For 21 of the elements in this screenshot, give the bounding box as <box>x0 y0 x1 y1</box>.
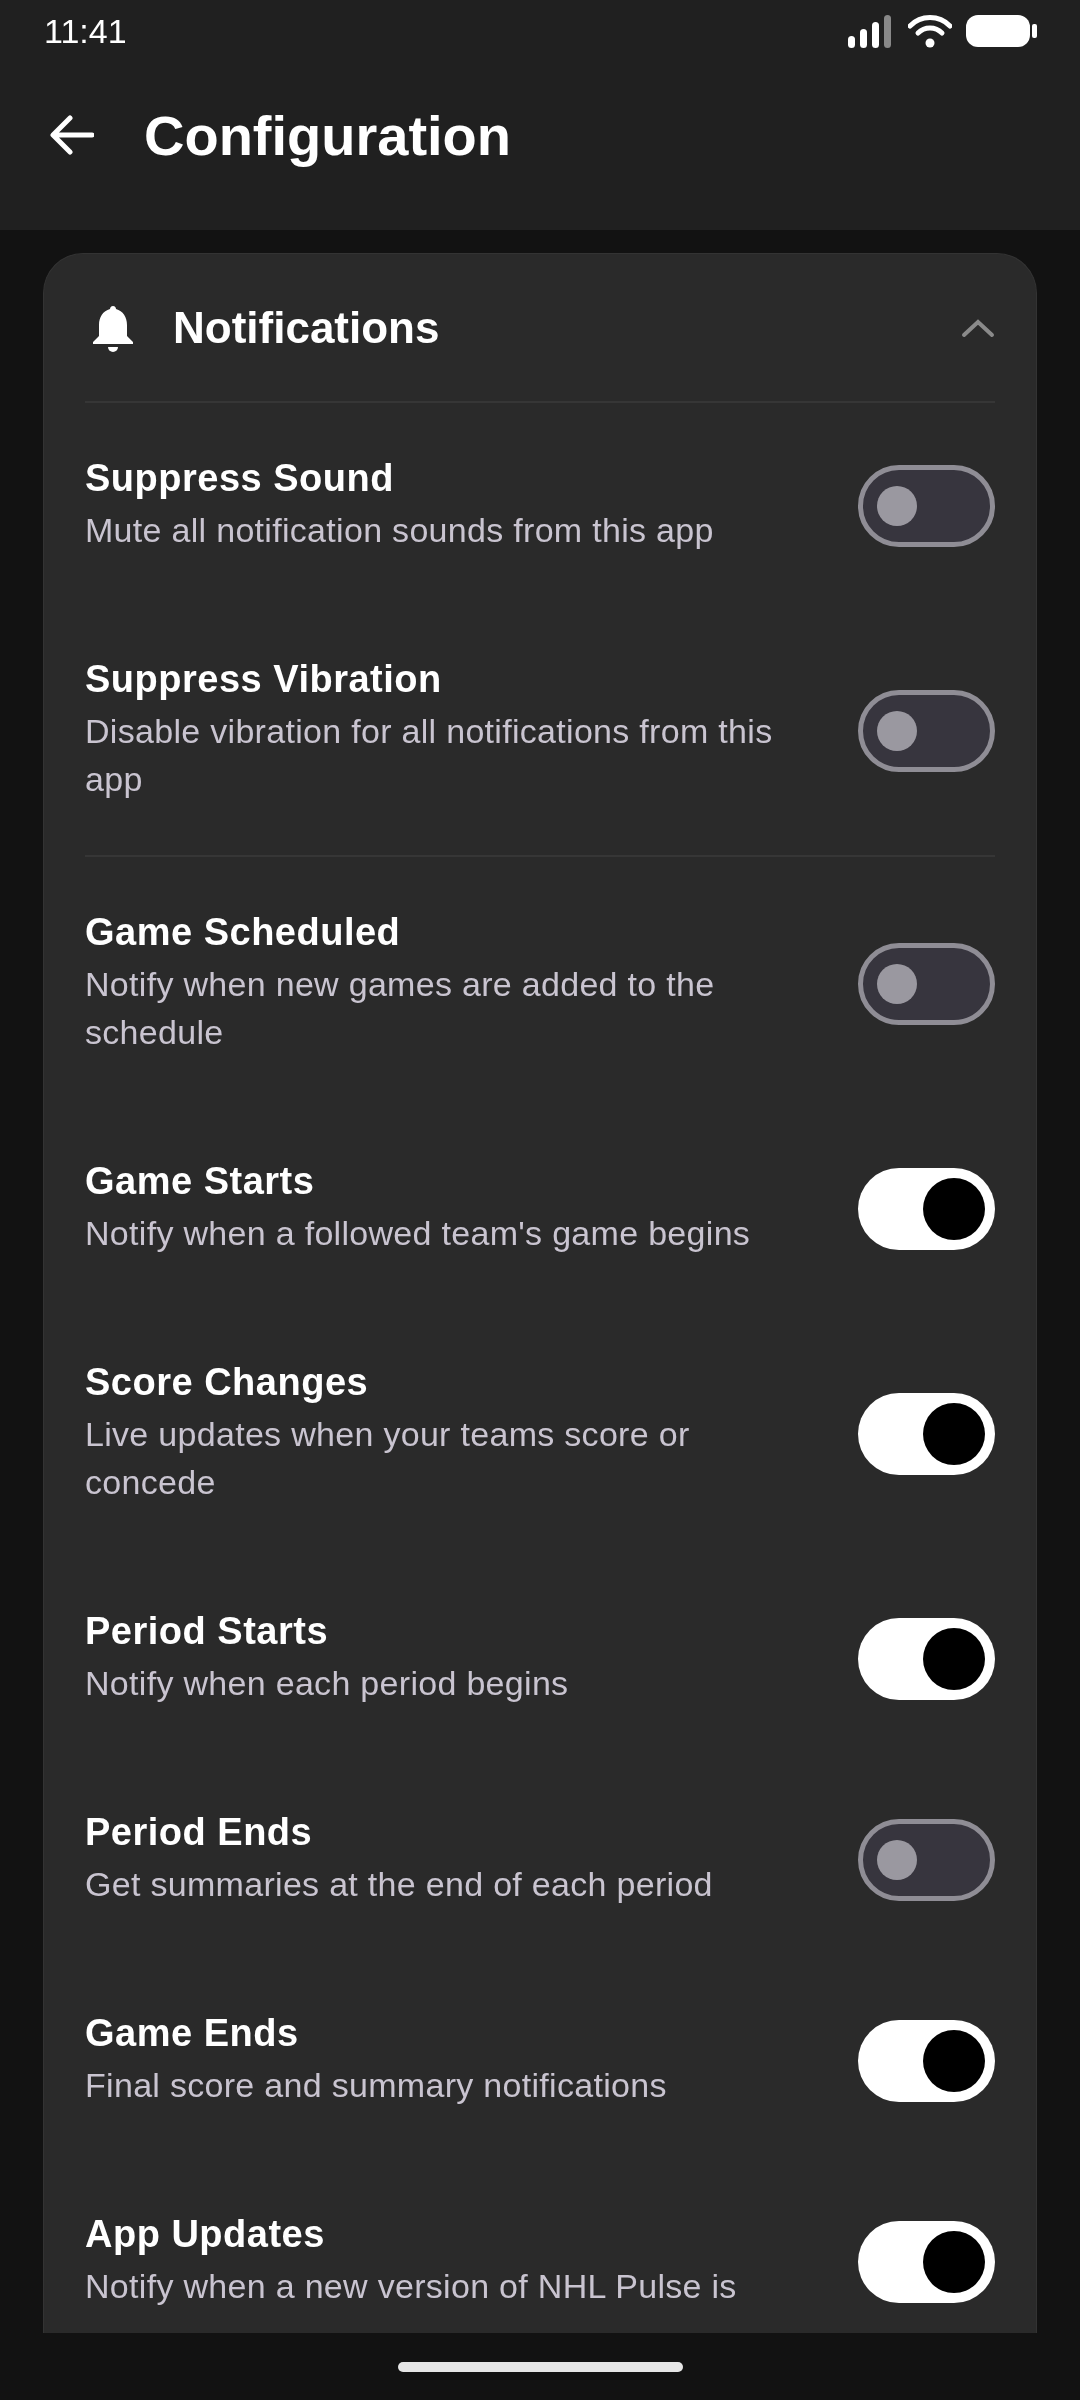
setting-title: Suppress Sound <box>85 457 395 500</box>
setting-title: Game Ends <box>85 2012 300 2055</box>
setting-description: Get summaries at the end of each period <box>85 1864 714 1905</box>
setting-description: Notify when new games are added to the schedule <box>85 964 716 1053</box>
setting-description: Disable vibration for all notifications from this app <box>85 711 774 800</box>
setting-title: Score Changes <box>85 1361 370 1404</box>
status-time: 11:41 <box>44 11 127 51</box>
setting-title: Period Starts <box>85 1610 330 1653</box>
setting-title: Suppress Vibration <box>85 658 443 701</box>
section-title: Notifications <box>173 302 441 353</box>
setting-description: Notify when each period begins <box>85 1663 570 1704</box>
setting-title: App Updates <box>85 2213 326 2256</box>
setting-description: Notify when a new version of NHL Pulse is <box>85 2266 738 2307</box>
setting-description: Final score and summary notifications <box>85 2065 668 2106</box>
setting-title: Period Ends <box>85 1811 314 1854</box>
setting-title: Game Scheduled <box>85 911 402 954</box>
page-title: Configuration <box>144 102 512 168</box>
setting-description: Notify when a followed team's game begins <box>85 1213 752 1254</box>
setting-description: Live updates when your teams score or concede <box>85 1414 691 1503</box>
setting-title: Game Starts <box>85 1160 316 1203</box>
setting-description: Mute all notification sounds from this app <box>85 510 715 551</box>
